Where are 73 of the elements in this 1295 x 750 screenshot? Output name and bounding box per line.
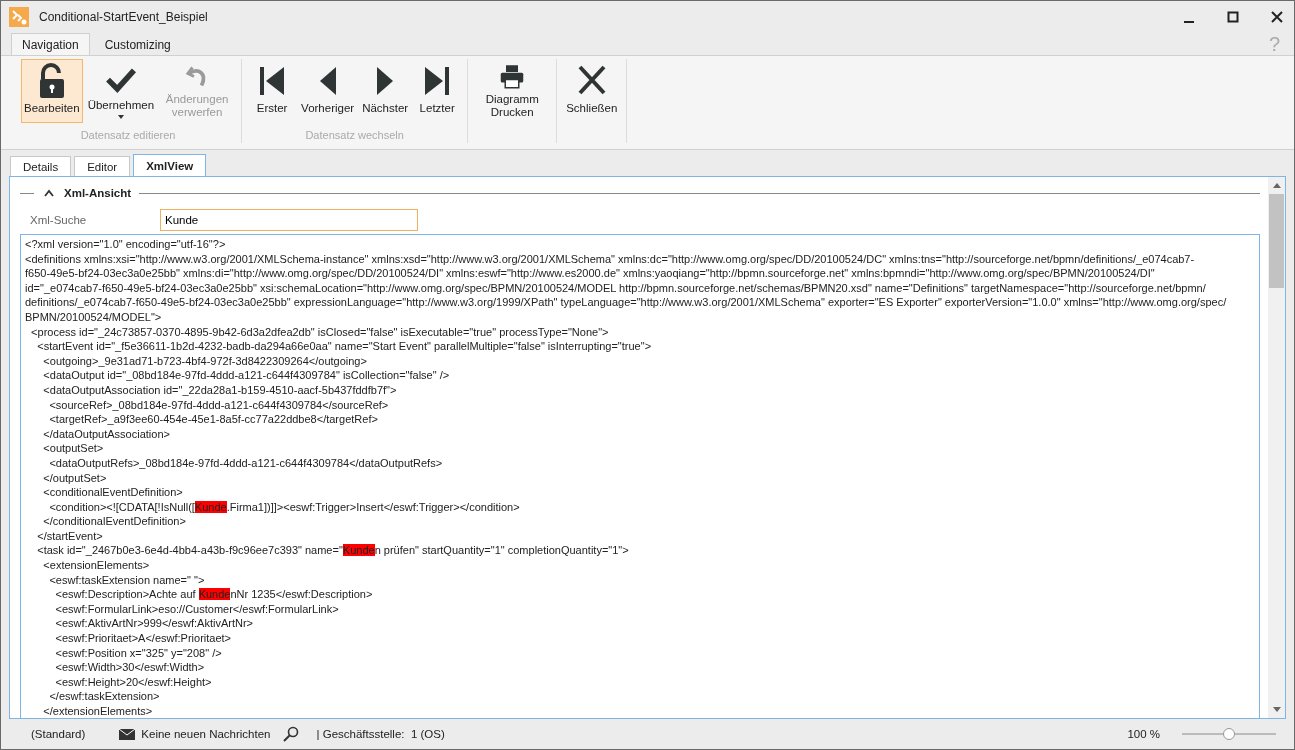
xml-text: <dataOutputRefs>_08bd184e-97fd-4ddd-a121-c644f4309784</dataOutputRefs> bbox=[48, 456, 443, 469]
scroll-up-icon[interactable] bbox=[1272, 183, 1281, 188]
xml-text: <dataOutput id="_08bd184e-97fd-4ddd-a121-c644f4309784" isCollection="false" /> bbox=[42, 369, 450, 382]
xml-text: <eswf:FormularLink>eso://Customer</eswf:FormularLink> bbox=[54, 602, 339, 615]
xml-text: <extensionElements> bbox=[42, 559, 150, 572]
xml-text: <definitions xmlns:xsi="http://www.w3.org/2001/XMLSchema-instance" xmlns:xsd="http://www.w3.org/2001/XMLSchema" xmlns:dc="http://www.omg.org/spec/DD/20100524/DC" xmlns:tns="http://sourceforge.net/bpmn/definitions/_e074cab7- bbox=[25, 252, 1195, 265]
xml-text: </outputSet> bbox=[42, 471, 107, 484]
xml-text: <sourceRef>_08bd184e-97fd-4ddd-a121-c644f4309784</sourceRef> bbox=[48, 398, 389, 411]
ribbon-button[interactable]: Übernehmen bbox=[84, 59, 158, 123]
ribbon-button[interactable]: Nächster bbox=[359, 59, 412, 123]
xml-text: <conditionalEventDefinition> bbox=[42, 486, 183, 499]
maximize-icon bbox=[1227, 11, 1239, 23]
xml-text: f650-49e5-bf24-03ec3a0e25bb" xmlns:di="http://www.omg.org/spec/DD/20100524/DI" xmlns:eswf="http://www.es2000.de" xmlns:yaoqiang="http://bpmn.sourceforge.net" xmlns:bpmndi="http://www.omg.org/spec/BPMN/20100524/DI" bbox=[25, 267, 1155, 280]
xml-text: <eswf:Prioritaet>A</eswf:Prioritaet> bbox=[54, 632, 232, 645]
window-title: Conditional-StartEvent_Beispiel bbox=[39, 10, 209, 24]
xml-text: BPMN/20100524/MODEL"> bbox=[25, 310, 162, 323]
branch-status: | Geschäftsstelle: 1 (OS) bbox=[316, 728, 445, 740]
collapse-button[interactable] bbox=[42, 189, 56, 197]
xml-text: <task id="_2467b0e3-6e4d-4bb4-a43b-f9c96ee7c393" name=" bbox=[36, 544, 343, 557]
ribbon-button[interactable]: Erster bbox=[248, 59, 297, 123]
xml-text: <eswf:Height>20</eswf:Height> bbox=[54, 675, 212, 688]
xml-text: <outgoing>_9e31ad71-b723-4bf4-972f-3d8422309264</outgoing> bbox=[42, 354, 367, 367]
ribbon-button[interactable]: Bearbeiten bbox=[21, 59, 83, 123]
envelope-icon bbox=[119, 728, 136, 740]
scroll-down-icon[interactable] bbox=[1272, 707, 1281, 712]
zoom-value: 100 % bbox=[1127, 728, 1160, 740]
xml-text: <?xml version="1.0" encoding="utf-16"?> bbox=[25, 238, 226, 250]
xml-text: </conditionalEventDefinition> bbox=[42, 515, 186, 528]
xml-text: <targetRef>_a9f3ee60-454e-45e1-8a5f-cc77a22ddbe8</targetRef> bbox=[48, 413, 378, 426]
search-highlight: Kunde bbox=[198, 588, 231, 601]
scrollbar[interactable] bbox=[1268, 177, 1285, 718]
ribbon-button[interactable]: Vorheriger bbox=[298, 59, 358, 123]
xml-text: <process id="_24c73857-0370-4895-9b42-6d3a2dfea2db" isClosed="false" isExecutable="true" processType="None"> bbox=[30, 325, 609, 338]
xml-text: <condition><![CDATA[!IsNull([ bbox=[48, 500, 195, 513]
group-label: Datensatz wechseln bbox=[305, 129, 404, 143]
section-title: Xml-Ansicht bbox=[64, 187, 132, 199]
search-field[interactable]: Kunde bbox=[160, 209, 418, 231]
messages-status: Keine neuen Nachrichten bbox=[141, 728, 271, 740]
ribbon-button[interactable]: Schließen bbox=[563, 59, 621, 123]
caret-icon bbox=[44, 189, 54, 197]
scroll-thumb[interactable] bbox=[1269, 194, 1284, 288]
xml-text: <eswf:Position x="325" y="208" /> bbox=[54, 646, 222, 659]
xml-text: <eswf:Width>30</eswf:Width> bbox=[54, 661, 205, 674]
minimize-icon bbox=[1184, 21, 1194, 23]
group-label: Datensatz editieren bbox=[80, 129, 176, 143]
ribbon-tab[interactable]: Navigation bbox=[11, 33, 90, 55]
xml-text: <eswf:taskExtension name=" "> bbox=[48, 573, 205, 586]
ribbon-tab[interactable]: Customizing bbox=[93, 33, 182, 55]
xml-text: </eswf:taskExtension> bbox=[48, 690, 160, 703]
xml-text: .Firma1])]]><eswf:Trigger>Insert</eswf:Trigger></condition> bbox=[226, 500, 520, 513]
zoom-slider-thumb[interactable] bbox=[1223, 728, 1235, 740]
app-logo-icon bbox=[9, 7, 29, 27]
document-tab[interactable]: XmlView bbox=[133, 154, 207, 176]
xml-text: n prüfen" startQuantity="1" completionQuantity="1"> bbox=[374, 544, 629, 557]
document-tab[interactable]: Editor bbox=[74, 156, 131, 176]
search-icon[interactable] bbox=[282, 726, 299, 742]
xml-text: <outputSet> bbox=[42, 442, 104, 455]
ribbon-button[interactable]: Letzter bbox=[413, 59, 462, 123]
xml-text: </extensionElements> bbox=[42, 705, 153, 717]
xml-text: </dataOutputAssociation> bbox=[42, 427, 170, 440]
close-icon bbox=[1271, 11, 1283, 23]
xml-text: <eswf:Description>Achte auf bbox=[54, 588, 197, 601]
xml-text: </startEvent> bbox=[36, 529, 103, 542]
document-tab[interactable]: Details bbox=[10, 156, 72, 176]
search-label: Xml-Suche bbox=[30, 214, 88, 226]
ribbon-button[interactable]: Diagramm Drucken bbox=[474, 59, 551, 123]
xml-text: <eswf:AktivArtNr>999</eswf:AktivArtNr> bbox=[54, 617, 253, 630]
xml-text: nNr 1235</eswf:Description> bbox=[230, 588, 373, 601]
xml-text: <dataOutputAssociation id="_22da28a1-b159-4510-aacf-5b437fddfb7f"> bbox=[42, 383, 397, 396]
xml-text: id="_e074cab7-f650-49e5-bf24-03ec3a0e25bb" xsi:schemaLocation="http://www.omg.org/spec/BPMN/20100524/MODEL http://bpmn.sourceforge.net/schemas/BPMN20.xsd" name="Definitions" targetNamespace="http://sourceforge.net/bpmn/ bbox=[25, 281, 1206, 294]
xml-text: definitions/_e074cab7-f650-49e5-bf24-03ec3a0e25bb" expressionLanguage="http://www.w3.org/1999/XPath" typeLanguage="http://www.w3.org/2001/XMLSchema" exporter="ES Exporter" exporterVersion="1.0.0" xmlns="http://www.omg.org/spec/ bbox=[25, 296, 1227, 309]
xml-text: <startEvent id="_f5e36611-1b2d-4232-badb-da294a66e0aa" name="Start Event" parallelMultiple="false" isInterrupting="true"> bbox=[36, 340, 652, 353]
layout-status: (Standard) bbox=[31, 728, 86, 740]
